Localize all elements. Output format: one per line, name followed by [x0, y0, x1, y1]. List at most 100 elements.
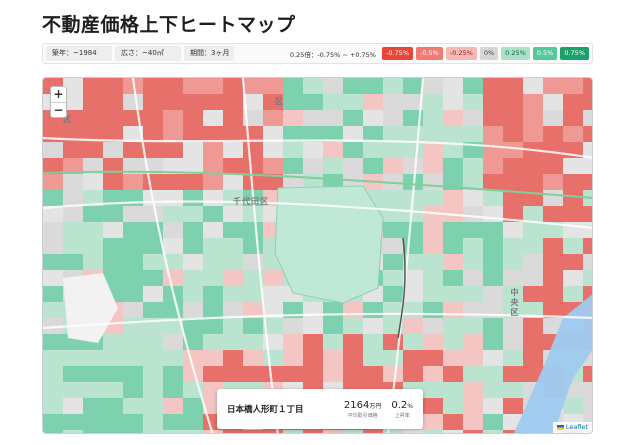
heat-cell: [183, 190, 203, 206]
heat-cell: [443, 302, 463, 318]
heat-cell: [83, 142, 103, 158]
heat-cell: [383, 302, 403, 318]
heat-cell: [223, 158, 243, 174]
heat-cell: [203, 334, 223, 350]
heat-cell: [543, 254, 563, 270]
heat-cell: [143, 110, 163, 126]
heat-cell: [443, 238, 463, 254]
heat-cell: [83, 94, 103, 110]
heat-cell: [443, 318, 463, 334]
heat-cell: [263, 366, 283, 382]
map-canvas[interactable]: [43, 78, 593, 434]
heat-cell: [503, 142, 523, 158]
legend-chip: -0.25%: [445, 47, 477, 60]
heat-cell: [43, 174, 63, 190]
heat-cell: [163, 382, 183, 398]
heat-cell: [103, 350, 123, 366]
heat-cell: [523, 254, 543, 270]
heat-cell: [63, 350, 83, 366]
zoom-out-button[interactable]: −: [51, 102, 66, 117]
filter-period[interactable]: 期間：3ヶ月: [184, 46, 234, 61]
heat-cell: [583, 382, 592, 398]
heat-cell: [163, 206, 183, 222]
heat-cell: [143, 238, 163, 254]
heat-cell: [543, 78, 563, 94]
heat-cell: [163, 110, 183, 126]
heat-cell: [403, 334, 423, 350]
heat-cell: [143, 78, 163, 94]
heat-cell: [223, 366, 243, 382]
page-title: 不動産価格上下ヒートマップ: [42, 14, 296, 36]
heat-cell: [443, 414, 463, 430]
heat-cell: [63, 222, 83, 238]
legend-range-label: 0.25倍：-0.75% ~ +0.75%: [289, 50, 376, 59]
heat-cell: [303, 158, 323, 174]
heat-cell: [83, 78, 103, 94]
heat-cell: [63, 206, 83, 222]
heat-cell: [463, 270, 483, 286]
heat-cell: [243, 238, 263, 254]
heat-cell: [103, 414, 123, 430]
heat-cell: [203, 350, 223, 366]
heat-cell: [43, 334, 63, 350]
heat-cell: [283, 142, 303, 158]
heat-cell: [503, 270, 523, 286]
heat-cell: [423, 270, 443, 286]
heat-cell: [503, 398, 523, 414]
heat-cell: [203, 254, 223, 270]
heat-cell: [303, 430, 323, 433]
heat-cell: [143, 398, 163, 414]
heat-cell: [223, 334, 243, 350]
heat-cell: [523, 286, 543, 302]
heat-cell: [403, 222, 423, 238]
info-change-unit: %: [407, 402, 413, 410]
heat-cell: [383, 78, 403, 94]
zoom-in-button[interactable]: +: [51, 87, 66, 102]
filter-year[interactable]: 築年：~1984: [46, 46, 112, 61]
heat-cell: [143, 350, 163, 366]
heat-cell: [343, 94, 363, 110]
heat-cell: [123, 350, 143, 366]
heat-cell: [443, 190, 463, 206]
heatmap-map[interactable]: 千代田区 中央区 区 区 + − 日本橋人形町１丁目 2164万円 平均取引価格…: [42, 77, 593, 434]
heat-cell: [323, 430, 343, 433]
map-attribution[interactable]: Leaflet: [552, 422, 592, 433]
heat-cell: [583, 398, 592, 414]
heat-cell: [283, 110, 303, 126]
heat-cell: [523, 318, 543, 334]
heat-cell: [343, 302, 363, 318]
heat-cell: [283, 318, 303, 334]
heat-cell: [283, 78, 303, 94]
heat-cell: [223, 78, 243, 94]
heat-cell: [223, 430, 243, 433]
info-change-stat: 0.2% 上昇率: [391, 400, 413, 419]
filter-bar: 築年：~1984 広さ：~40㎡ 期間：3ヶ月 0.25倍：-0.75% ~ +…: [42, 43, 593, 64]
heat-cell: [223, 254, 243, 270]
heat-cell: [443, 110, 463, 126]
heat-cell: [383, 286, 403, 302]
heat-cell: [183, 430, 203, 433]
heat-cell: [423, 350, 443, 366]
heat-cell: [263, 78, 283, 94]
heat-cell: [243, 222, 263, 238]
heat-cell: [423, 126, 443, 142]
heat-cell: [83, 382, 103, 398]
heat-cell: [103, 366, 123, 382]
heat-cell: [403, 302, 423, 318]
heat-cell: [303, 350, 323, 366]
heat-cell: [43, 382, 63, 398]
heat-cell: [183, 238, 203, 254]
heat-cell: [403, 318, 423, 334]
heat-cell: [163, 334, 183, 350]
attribution-link[interactable]: Leaflet: [566, 422, 588, 433]
heat-cell: [323, 110, 343, 126]
heat-cell: [183, 110, 203, 126]
heat-cell: [523, 206, 543, 222]
heat-cell: [323, 334, 343, 350]
heat-cell: [103, 254, 123, 270]
heat-cell: [123, 270, 143, 286]
filter-area[interactable]: 広さ：~40㎡: [115, 46, 181, 61]
heat-cell: [463, 350, 483, 366]
heat-cell: [523, 238, 543, 254]
heat-cell: [583, 78, 592, 94]
